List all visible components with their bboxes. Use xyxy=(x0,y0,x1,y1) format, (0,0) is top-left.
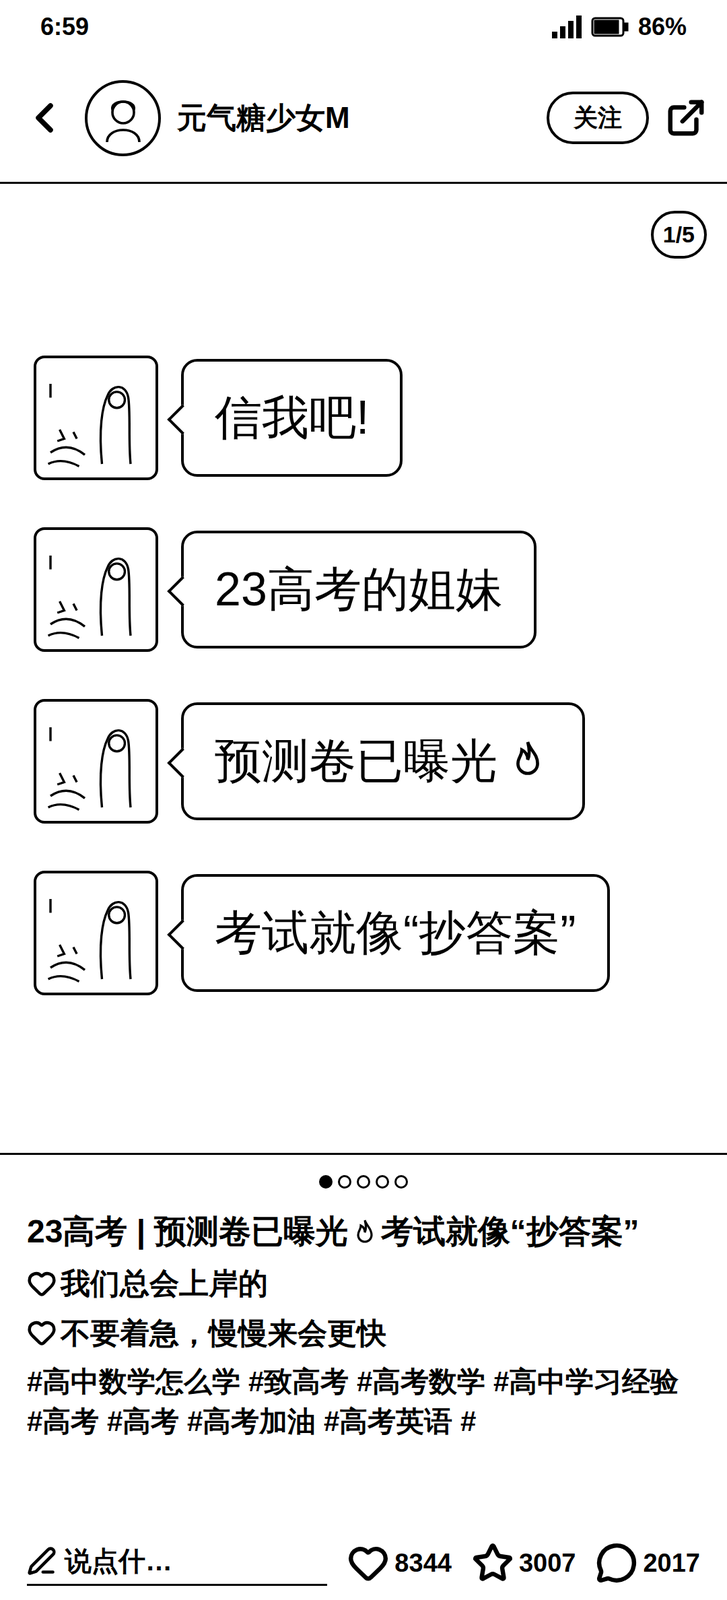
status-time: 6:59 xyxy=(40,8,89,46)
signal-icon xyxy=(551,15,582,39)
fire-icon xyxy=(348,1217,382,1250)
post-header: 元气糖少女M 关注 xyxy=(0,53,727,182)
chat-avatar xyxy=(33,870,159,995)
post-line: 不要着急，慢慢来会更快 xyxy=(26,1312,701,1353)
carousel-dot xyxy=(375,1174,390,1189)
chat-text: 23高考的姐妹 xyxy=(214,554,503,625)
girl-sketch-icon xyxy=(39,704,154,819)
comment-icon xyxy=(595,1541,638,1584)
bottom-bar: 说点什… 8344 3007 2017 xyxy=(0,1525,727,1600)
author-face-icon xyxy=(96,90,151,145)
heart-icon xyxy=(26,1268,57,1298)
carousel-dot xyxy=(337,1174,352,1189)
back-icon[interactable] xyxy=(20,93,69,143)
comment-button[interactable]: 2017 xyxy=(595,1541,701,1584)
screen: 6:59 86% 元气糖少女M 关注 1/5 信我吧! 23高考的姐妹预测卷已曝光考试就像“… xyxy=(0,0,727,1600)
chat-avatar xyxy=(33,698,159,824)
chat-row: 预测卷已曝光 xyxy=(33,698,694,824)
fire-icon xyxy=(504,737,552,785)
chat-row: 信我吧! xyxy=(33,355,694,480)
girl-sketch-icon xyxy=(39,532,154,647)
post-body: 23高考 | 预测卷已曝光考试就像“抄答案” 我们总会上岸的不要着急，慢慢来会更快… xyxy=(0,1208,727,1442)
chat-row: 23高考的姐妹 xyxy=(33,527,694,652)
chat-text: 信我吧! xyxy=(214,382,369,454)
status-bar: 6:59 86% xyxy=(0,0,727,54)
favorite-button[interactable]: 3007 xyxy=(471,1541,577,1584)
carousel-dot xyxy=(394,1174,408,1189)
share-icon[interactable] xyxy=(665,96,707,139)
carousel-dot xyxy=(356,1174,371,1189)
post-tags[interactable]: #高中数学怎么学 #致高考 #高考数学 #高中学习经验 #高考 #高考 #高考加… xyxy=(26,1361,701,1442)
battery-percent: 86% xyxy=(638,8,687,46)
chat-text: 考试就像“抄答案” xyxy=(214,897,577,968)
like-button[interactable]: 8344 xyxy=(347,1541,452,1584)
girl-sketch-icon xyxy=(39,875,154,991)
post-title: 23高考 | 预测卷已曝光考试就像“抄答案” xyxy=(26,1208,701,1254)
chat-row: 考试就像“抄答案” xyxy=(33,870,694,995)
like-icon xyxy=(347,1541,390,1584)
page-indicator: 1/5 xyxy=(650,210,707,259)
chat-bubble: 考试就像“抄答案” xyxy=(181,873,610,992)
heart-icon xyxy=(26,1317,57,1347)
author-avatar[interactable] xyxy=(84,80,161,157)
chat-avatar xyxy=(33,527,159,652)
post-line: 我们总会上岸的 xyxy=(26,1262,701,1303)
carousel-dots xyxy=(0,1154,727,1209)
post-image[interactable]: 1/5 信我吧! 23高考的姐妹预测卷已曝光考试就像“抄答案” xyxy=(0,181,727,1155)
chat-bubble: 信我吧! xyxy=(181,358,403,477)
author-name[interactable]: 元气糖少女M xyxy=(177,95,351,141)
follow-button[interactable]: 关注 xyxy=(546,91,649,145)
chat-bubble: 预测卷已曝光 xyxy=(181,702,585,820)
battery-icon xyxy=(591,16,629,38)
chat-avatar xyxy=(33,355,159,480)
carousel-dot xyxy=(319,1174,333,1189)
girl-sketch-icon xyxy=(39,360,154,476)
chat-text: 预测卷已曝光 xyxy=(214,725,498,797)
pen-icon xyxy=(26,1545,57,1576)
chat-bubble: 23高考的姐妹 xyxy=(181,530,537,649)
comment-input[interactable]: 说点什… xyxy=(26,1540,328,1586)
star-icon xyxy=(471,1541,514,1584)
